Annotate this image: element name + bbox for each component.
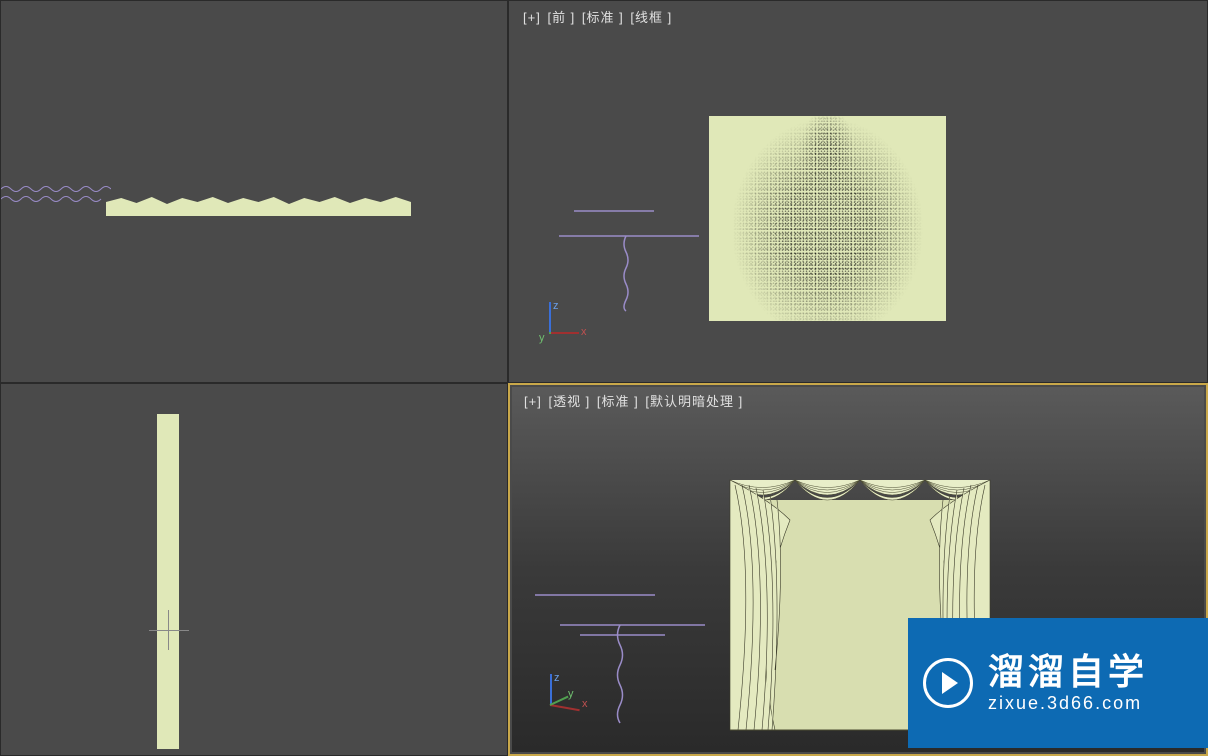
viewport-shading-mode[interactable]: [线框 ] bbox=[630, 10, 672, 25]
viewport-view-name[interactable]: [前 ] bbox=[547, 10, 575, 25]
crosshair-h bbox=[149, 630, 189, 631]
viewport-shading-mode[interactable]: [默认明暗处理 ] bbox=[645, 394, 743, 409]
watermark-url: zixue.3d66.com bbox=[988, 693, 1148, 714]
play-circle-icon bbox=[923, 658, 973, 708]
axis-label-y: y bbox=[568, 688, 574, 700]
axis-label-x: x bbox=[581, 326, 587, 338]
viewport-top-left[interactable] bbox=[0, 0, 508, 383]
wireframe-dots bbox=[709, 116, 946, 321]
curtain-geometry-top bbox=[106, 196, 411, 216]
axis-label-y: y bbox=[539, 332, 545, 344]
axis-gizmo-front: z x y bbox=[539, 302, 599, 362]
axis-label-x: x bbox=[582, 698, 588, 710]
viewport-front[interactable]: [+] [前 ] [标准 ] [线框 ] z x y bbox=[508, 0, 1208, 383]
watermark-title: 溜溜自学 bbox=[988, 652, 1148, 692]
helper-wave-1 bbox=[1, 187, 111, 192]
watermark-banner: 溜溜自学 zixue.3d66.com bbox=[908, 618, 1208, 748]
curtain-geometry-side bbox=[157, 414, 179, 749]
viewport-render-mode[interactable]: [标准 ] bbox=[597, 394, 639, 409]
viewport-menu-toggle[interactable]: [+] bbox=[524, 394, 542, 409]
viewport-menu-toggle[interactable]: [+] bbox=[523, 10, 541, 25]
viewport-label-front[interactable]: [+] [前 ] [标准 ] [线框 ] bbox=[523, 7, 674, 26]
axis-gizmo-perspective: z x y bbox=[540, 674, 600, 734]
axis-label-z: z bbox=[554, 672, 560, 684]
axis-label-z: z bbox=[553, 300, 559, 312]
viewport-render-mode[interactable]: [标准 ] bbox=[582, 10, 624, 25]
viewport-left[interactable] bbox=[0, 383, 508, 756]
viewport-label-perspective[interactable]: [+] [透视 ] [标准 ] [默认明暗处理 ] bbox=[524, 391, 745, 410]
crosshair-v bbox=[168, 610, 169, 650]
curtain-geometry-front bbox=[709, 116, 946, 321]
viewport-view-name[interactable]: [透视 ] bbox=[548, 394, 590, 409]
helper-splines-front bbox=[554, 206, 714, 316]
helper-wave-2 bbox=[1, 197, 101, 202]
